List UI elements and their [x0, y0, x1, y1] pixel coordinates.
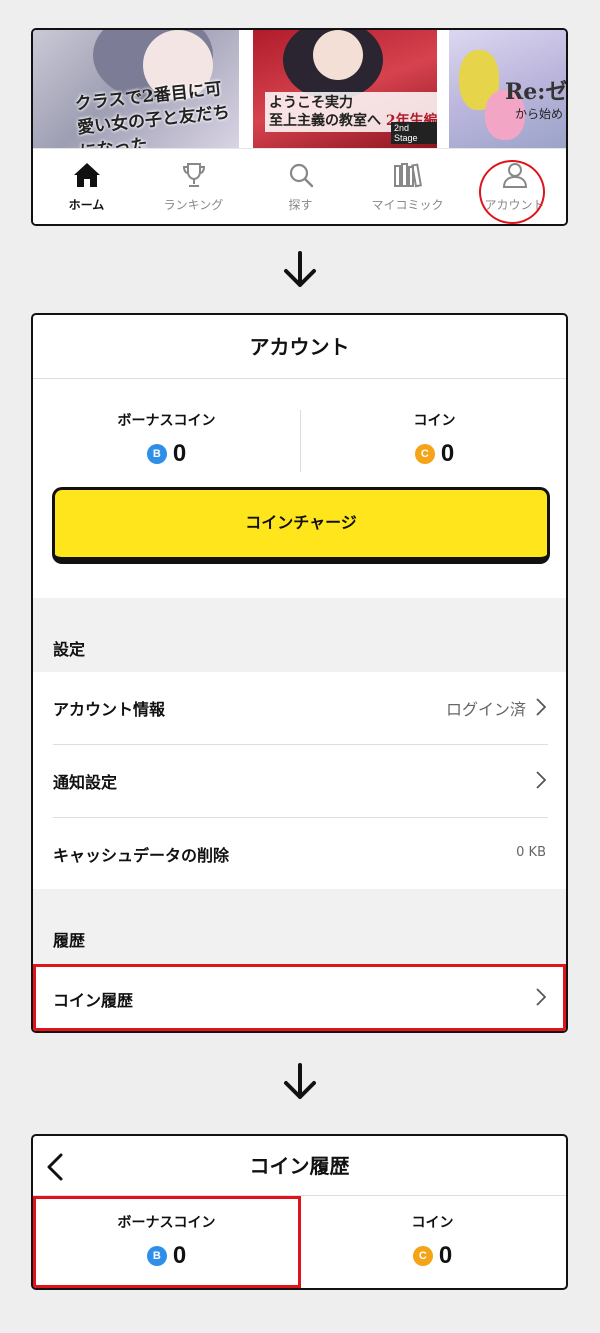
down-arrow-icon: [284, 251, 316, 287]
bonus-coin-balance: ボーナスコイン B 0: [33, 410, 300, 468]
account-screen: アカウント ボーナスコイン B 0 コイン C 0 コインチャージ 設定 アカウ…: [31, 313, 568, 1033]
comic-cover[interactable]: クラスで2番目に可愛い女の子と友だちになった: [33, 30, 239, 148]
down-arrow-icon: [284, 1063, 316, 1099]
clear-cache-row[interactable]: キャッシュデータの削除 0 KB: [33, 818, 566, 890]
cover-title-line: 至上主義の教室へ: [269, 113, 381, 129]
back-arrow-icon[interactable]: [43, 1152, 69, 1182]
cover-title: クラスで2番目に可愛い女の子と友だちになった: [73, 79, 231, 148]
tab-home[interactable]: ホーム: [33, 149, 140, 224]
header: コイン履歴: [33, 1136, 566, 1196]
coin-value: 0: [440, 440, 455, 467]
tab-label: ホーム: [68, 198, 105, 212]
row-label: 通知設定: [53, 773, 118, 792]
tab-label: ランキング: [163, 198, 224, 212]
trophy-icon: [182, 163, 205, 187]
login-status: ログイン済: [445, 700, 526, 719]
cover-title: Re:ゼ: [505, 79, 568, 105]
coin-charge-label: コインチャージ: [245, 513, 357, 532]
highlight-circle: [479, 160, 545, 224]
row-label: キャッシュデータの削除: [53, 846, 230, 865]
bonus-coin-icon: B: [146, 444, 167, 464]
coin-row: C 0: [299, 1242, 566, 1270]
coin-balance[interactable]: コイン C 0: [299, 1212, 566, 1270]
tab-label: マイコミック: [371, 198, 444, 212]
chevron-right-icon: [536, 698, 546, 716]
tab-label: 探す: [288, 198, 313, 212]
coin-label: コイン: [411, 1215, 454, 1231]
bookshelf-icon: [393, 163, 422, 188]
chevron-right-icon: [536, 771, 546, 789]
tab-my-comic[interactable]: マイコミック: [354, 149, 461, 224]
comic-cover[interactable]: Re:ゼ から始め: [449, 30, 568, 148]
comic-cover[interactable]: ようこそ実力 至上主義の教室へ 2年生編 2nd Stage: [253, 30, 437, 148]
coin-icon: C: [412, 1246, 433, 1266]
cache-size: 0 KB: [516, 845, 546, 860]
settings-section-header: 設定: [33, 598, 566, 672]
bottom-navigation-screen: クラスで2番目に可愛い女の子と友だちになった ようこそ実力 至上主義の教室へ 2…: [31, 28, 568, 226]
coin-balance: コイン C 0: [301, 410, 566, 468]
account-info-row[interactable]: アカウント情報 ログイン済: [33, 672, 566, 744]
tab-ranking[interactable]: ランキング: [140, 149, 247, 224]
coin-value: 0: [438, 1242, 453, 1269]
coin-row: C 0: [301, 440, 566, 468]
search-icon: [289, 163, 313, 188]
notification-settings-row[interactable]: 通知設定: [33, 745, 566, 817]
bonus-coin-value: 0: [172, 440, 187, 467]
highlight-rectangle: [33, 1196, 301, 1288]
cover-subtitle: から始め: [515, 107, 564, 121]
header: アカウント: [33, 315, 566, 379]
cover-stage: 2nd Stage: [391, 122, 437, 144]
cover-art: [313, 30, 363, 80]
row-label: アカウント情報: [53, 700, 166, 719]
section-title: 設定: [53, 640, 86, 659]
coin-label: コイン: [413, 413, 456, 429]
section-title: 履歴: [53, 931, 86, 950]
home-icon: [73, 163, 100, 187]
coin-icon: C: [414, 444, 435, 464]
coin-history-screen: コイン履歴 ボーナスコイン B 0 コイン C 0: [31, 1134, 568, 1290]
page-title: コイン履歴: [249, 1154, 350, 1178]
coin-charge-button[interactable]: コインチャージ: [52, 487, 550, 564]
cover-title-line: ようこそ実力: [269, 95, 353, 111]
highlight-rectangle: [33, 964, 566, 1031]
page-title: アカウント: [249, 335, 350, 359]
comic-cover-carousel[interactable]: クラスで2番目に可愛い女の子と友だちになった ようこそ実力 至上主義の教室へ 2…: [33, 30, 566, 148]
coin-row: B 0: [33, 440, 300, 468]
tab-search[interactable]: 探す: [247, 149, 354, 224]
history-section-header: 履歴: [33, 889, 566, 964]
bonus-coin-label: ボーナスコイン: [117, 413, 216, 429]
